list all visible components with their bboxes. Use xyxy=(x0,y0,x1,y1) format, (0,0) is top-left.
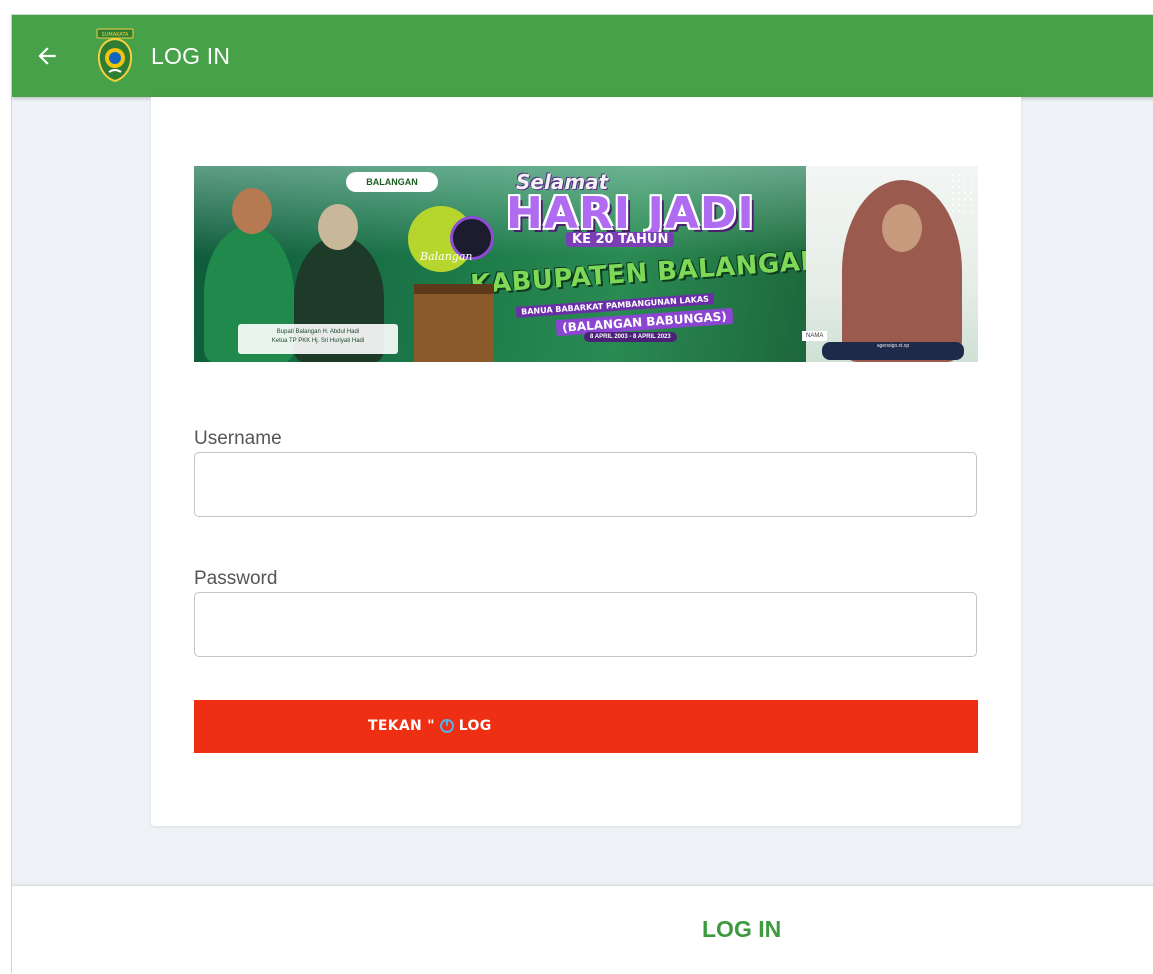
back-button[interactable] xyxy=(30,39,64,73)
banner-building xyxy=(414,284,494,362)
banner-script: Balangan xyxy=(420,250,473,263)
banner-badge: BALANGAN xyxy=(346,172,438,192)
banner-name-bar: agensigo.xt.xp xyxy=(822,342,964,360)
anniversary-banner: Bupati Balangan H. Abdul Hadi Ketua TP P… xyxy=(194,166,978,362)
app-window: SUMAKATA LOG IN Bupati Balangan H. Abdul… xyxy=(11,14,1153,974)
power-icon xyxy=(439,719,454,733)
banner-person-ketua-head xyxy=(318,204,358,250)
bottom-login-button[interactable]: LOG IN xyxy=(702,916,781,943)
bottom-action-bar: LOG IN xyxy=(12,885,1153,974)
banner-caption-line2: Ketua TP PKK Hj. Sri Huriyati Hadi xyxy=(271,338,365,344)
banner-person-bupati-head xyxy=(232,188,272,234)
banner-caption: Bupati Balangan H. Abdul Hadi Ketua TP P… xyxy=(238,324,398,354)
banner-person-right-face xyxy=(882,204,922,252)
login-submit-button[interactable]: TEKAN " LOG xyxy=(194,700,978,753)
app-bar: SUMAKATA LOG IN xyxy=(12,15,1153,97)
banner-caption-line1: Bupati Balangan H. Abdul Hadi xyxy=(276,329,360,335)
password-label: Password xyxy=(194,568,278,589)
login-submit-label: TEKAN " LOG xyxy=(368,718,492,734)
username-label: Username xyxy=(194,428,282,449)
banner-dates: 8 APRIL 2003 - 8 APRIL 2023 xyxy=(584,332,677,342)
login-submit-prefix: TEKAN " xyxy=(368,718,435,734)
arrow-left-icon xyxy=(38,47,56,65)
login-card: Bupati Balangan H. Abdul Hadi Ketua TP P… xyxy=(151,97,1021,826)
banner-dot-grid xyxy=(950,172,972,214)
banner-subheadline: KE 20 TAHUN xyxy=(566,232,675,247)
district-emblem-icon: SUMAKATA xyxy=(96,28,134,82)
username-input[interactable] xyxy=(194,452,977,517)
page-title: LOG IN xyxy=(151,43,231,69)
login-submit-suffix: LOG xyxy=(458,718,492,734)
svg-text:SUMAKATA: SUMAKATA xyxy=(102,32,129,38)
password-input[interactable] xyxy=(194,592,977,657)
banner-name-label: NAMA xyxy=(802,331,828,341)
